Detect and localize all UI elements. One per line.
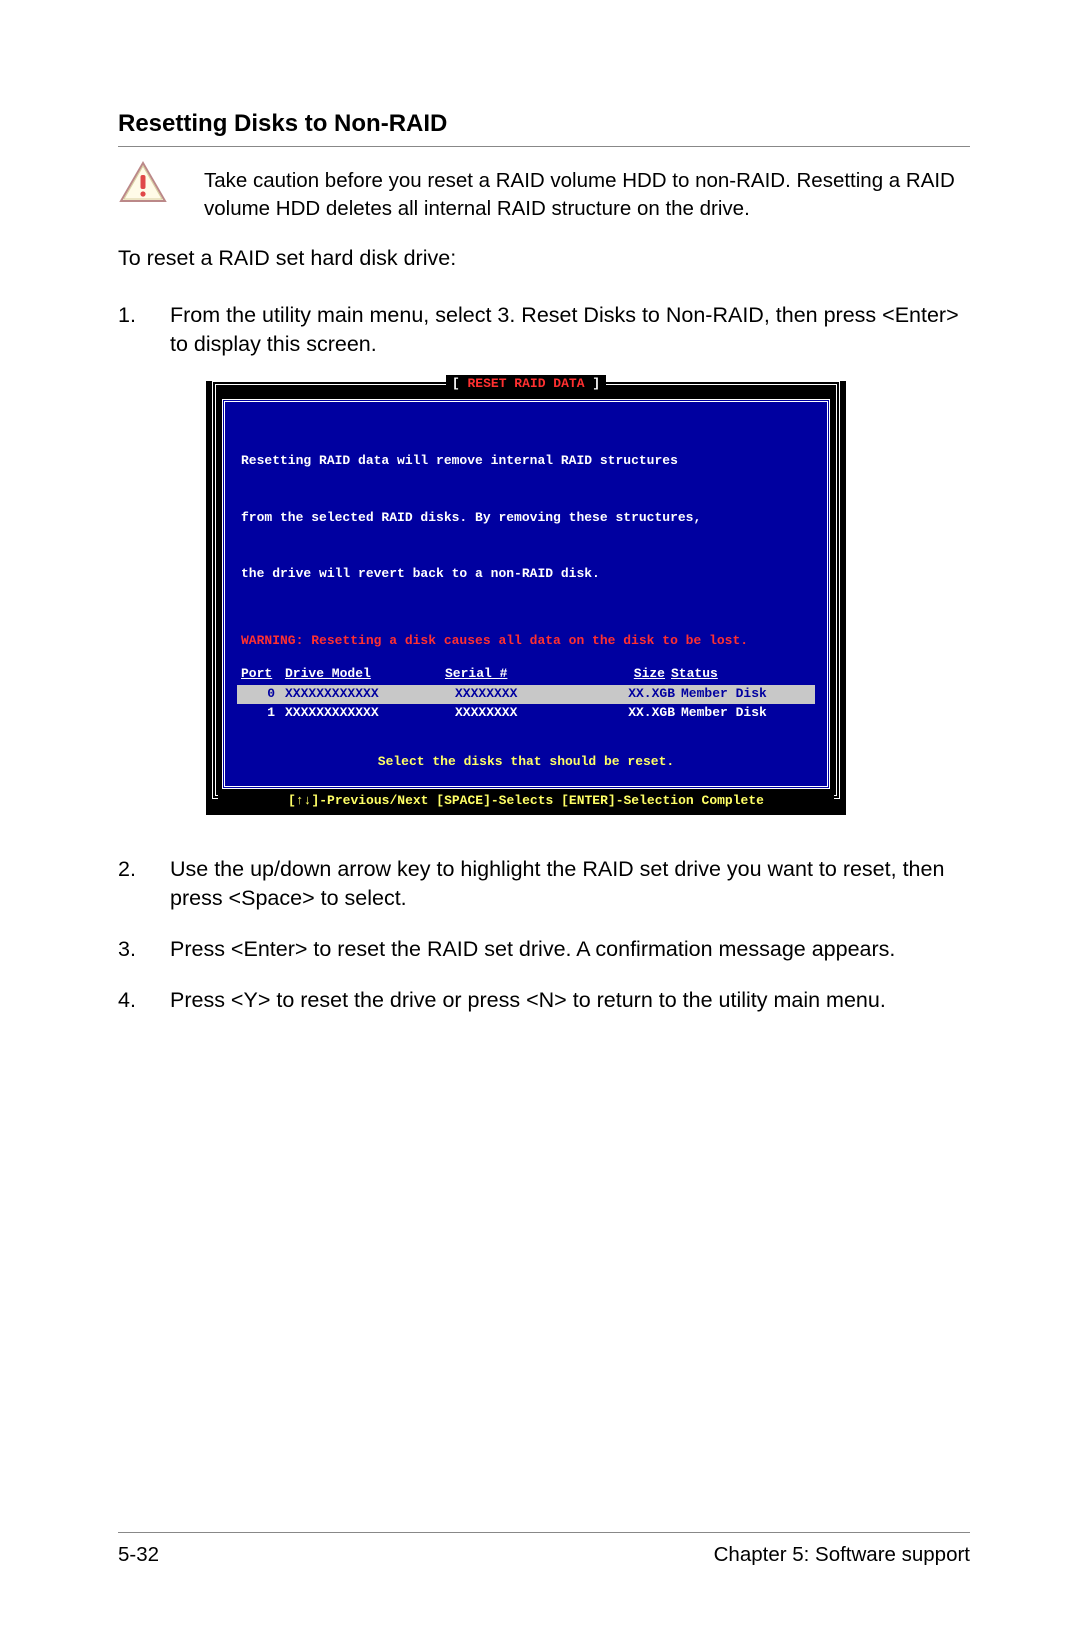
disk-row-selected[interactable]: 0 XXXXXXXXXXXX XXXXXXXX XX.XGB Member Di…: [237, 685, 815, 704]
bios-column-headers: Port Drive Model Serial # Size Status: [241, 665, 811, 686]
bios-warning: WARNING: Resetting a disk causes all dat…: [241, 632, 811, 651]
step-number: 2.: [118, 855, 170, 913]
caution-text: Take caution before you reset a RAID vol…: [204, 167, 970, 222]
bios-title-bracket-open: [: [452, 376, 468, 391]
cell-size: XX.XGB: [595, 704, 681, 723]
chapter-label: Chapter 5: Software support: [714, 1543, 970, 1567]
step-3: 3. Press <Enter> to reset the RAID set d…: [118, 935, 970, 964]
cell-status: Member Disk: [681, 704, 811, 723]
footer-rule: [118, 1532, 970, 1533]
cell-serial: XXXXXXXX: [455, 704, 595, 723]
step-4: 4. Press <Y> to reset the drive or press…: [118, 986, 970, 1015]
step-body: Use the up/down arrow key to highlight t…: [170, 855, 970, 913]
col-status: Status: [671, 665, 811, 684]
bios-desc-line: Resetting RAID data will remove internal…: [241, 452, 811, 471]
bios-desc-line: the drive will revert back to a non-RAID…: [241, 565, 811, 584]
cell-status: Member Disk: [681, 685, 811, 704]
bios-footer: [↑↓]-Previous/Next [SPACE]-Selects [ENTE…: [218, 792, 834, 815]
bios-title-bracket-close: ]: [585, 376, 601, 391]
step-body: Press <Enter> to reset the RAID set driv…: [170, 935, 970, 964]
step-body: From the utility main menu, select 3. Re…: [170, 301, 970, 359]
caution-icon: [118, 161, 168, 205]
col-port: Port: [241, 665, 285, 684]
col-model: Drive Model: [285, 665, 445, 684]
step-2: 2. Use the up/down arrow key to highligh…: [118, 855, 970, 913]
cell-port: 0: [241, 685, 285, 704]
step-body: Press <Y> to reset the drive or press <N…: [170, 986, 970, 1015]
cell-size: XX.XGB: [595, 685, 681, 704]
bios-footer-text: [↑↓]-Previous/Next [SPACE]-Selects [ENTE…: [284, 792, 768, 811]
bios-screenshot: [ RESET RAID DATA ] Resetting RAID data …: [206, 381, 970, 814]
section-rule: [118, 146, 970, 147]
step-number: 1.: [118, 301, 170, 359]
col-serial: Serial #: [445, 665, 585, 684]
bios-select-hint: Select the disks that should be reset.: [241, 753, 811, 772]
step-number: 3.: [118, 935, 170, 964]
cell-serial: XXXXXXXX: [455, 685, 595, 704]
step-number: 4.: [118, 986, 170, 1015]
intro-text: To reset a RAID set hard disk drive:: [118, 246, 970, 271]
step-1: 1. From the utility main menu, select 3.…: [118, 301, 970, 359]
cell-port: 1: [241, 704, 285, 723]
disk-row[interactable]: 1 XXXXXXXXXXXX XXXXXXXX XX.XGB Member Di…: [241, 704, 811, 723]
cell-model: XXXXXXXXXXXX: [285, 685, 455, 704]
page-number: 5-32: [118, 1543, 159, 1567]
page-footer: 5-32 Chapter 5: Software support: [118, 1532, 970, 1567]
caution-block: Take caution before you reset a RAID vol…: [118, 161, 970, 222]
section-heading: Resetting Disks to Non-RAID: [118, 110, 970, 138]
cell-model: XXXXXXXXXXXX: [285, 704, 455, 723]
bios-title: RESET RAID DATA: [467, 376, 584, 391]
col-size: Size: [585, 665, 671, 684]
bios-desc-line: from the selected RAID disks. By removin…: [241, 509, 811, 528]
